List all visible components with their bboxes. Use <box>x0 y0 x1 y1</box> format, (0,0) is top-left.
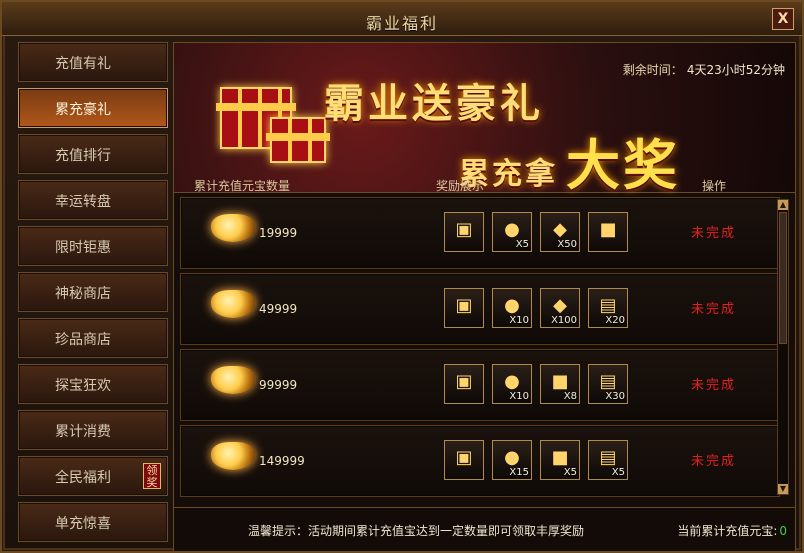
sidebar-item-rare-shop[interactable]: 珍品商店 <box>18 318 168 358</box>
item-qty: X8 <box>563 391 577 402</box>
item-qty: X5 <box>611 467 625 478</box>
reward-icons: ▣ ● X5 ◆ X50 ■ <box>444 212 628 256</box>
banner-headline-2-big: 大奖 <box>566 134 680 197</box>
gift-box-icon <box>266 117 330 163</box>
gold-ingot-icon <box>211 366 255 394</box>
gold-ingot-icon <box>211 214 255 242</box>
green-scroll-icon[interactable]: ▤ X20 <box>588 288 628 328</box>
time-remaining-value: 4天23小时52分钟 <box>686 63 785 77</box>
status-text: 未完成 <box>691 454 737 469</box>
orange-bag-icon[interactable]: ● X10 <box>492 364 532 404</box>
sidebar-item-single-surprise[interactable]: 单充惊喜 <box>18 502 168 542</box>
window-title: 霸业福利 <box>365 14 438 33</box>
crystal-icon[interactable]: ◆ X50 <box>540 212 580 252</box>
item-qty: X10 <box>509 315 529 326</box>
reward-amount: 19999 <box>259 226 298 240</box>
close-button[interactable]: X <box>772 8 794 30</box>
main-panel: 霸业送豪礼 累充拿 大奖 剩余时间： 4天23小时52分钟 累计充值元宝数量 奖励展… <box>173 42 796 552</box>
sidebar-item-cumulative-gift[interactable]: 累充豪礼 <box>18 88 168 128</box>
event-banner: 霸业送豪礼 累充拿 大奖 剩余时间： 4天23小时52分钟 累计充值元宝数量 奖励展… <box>174 43 795 197</box>
sidebar-item-limited-deal[interactable]: 限时钜惠 <box>18 226 168 266</box>
sidebar-item-label: 累计消费 <box>55 424 111 440</box>
time-remaining-label: 剩余时间： <box>622 63 683 77</box>
time-remaining: 剩余时间： 4天23小时52分钟 <box>623 61 785 78</box>
reward-icons: ▣ ● X10 ◆ X100 ▤ X20 <box>444 288 628 332</box>
reward-badge[interactable]: 领奖 <box>143 463 161 489</box>
column-header-rewards: 奖励展示 <box>436 179 485 193</box>
sidebar-item-recharge-rank[interactable]: 充值排行 <box>18 134 168 174</box>
green-scroll-icon[interactable]: ▤ X30 <box>588 364 628 404</box>
welfare-window: 霸业福利 X 充值有礼 累充豪礼 充值排行 幸运转盘 限时钜惠 神秘商店 珍品商… <box>0 0 804 553</box>
sidebar-item-treasure-carnival[interactable]: 探宝狂欢 <box>18 364 168 404</box>
reward-list: 19999 ▣ ● X5 ◆ X50 ■ 未完成 49999 ▣ ● X10 ◆ X10… <box>180 197 780 497</box>
gold-chest-icon[interactable]: ▣ <box>444 288 484 328</box>
gold-ingot-icon <box>211 442 255 470</box>
column-header-action: 操作 <box>702 179 727 193</box>
reward-icons: ▣ ● X10 ■ X8 ▤ X30 <box>444 364 628 408</box>
status-text: 未完成 <box>691 378 737 393</box>
column-header-amount: 累计充值元宝数量 <box>194 179 291 193</box>
gold-chest-icon[interactable]: ▣ <box>444 212 484 252</box>
total-recharge-label: 当前累计充值元宝: <box>677 524 778 538</box>
item-qty: X5 <box>563 467 577 478</box>
reward-row: 99999 ▣ ● X10 ■ X8 ▤ X30 未完成 <box>180 349 780 421</box>
item-qty: X15 <box>509 467 529 478</box>
scroll-down-button[interactable]: ▼ <box>778 484 788 494</box>
sidebar-item-mystery-shop[interactable]: 神秘商店 <box>18 272 168 312</box>
reward-amount: 99999 <box>259 378 298 392</box>
scroll-thumb[interactable] <box>779 212 787 344</box>
reward-amount: 149999 <box>259 454 305 468</box>
titlebar: 霸业福利 X <box>2 2 802 36</box>
total-recharge-value: 0 <box>779 524 787 538</box>
tip-text: 温馨提示：活动期间累计充值宝达到一定数量即可领取丰厚奖励 <box>248 524 585 538</box>
green-bag-icon[interactable]: ● X5 <box>492 212 532 252</box>
red-scroll-icon[interactable]: ▤ X5 <box>588 440 628 480</box>
item-qty: X10 <box>509 391 529 402</box>
sidebar-item-label: 充值有礼 <box>55 56 111 72</box>
sidebar-item-label: 全民福利 <box>55 470 111 486</box>
sidebar-item-label: 幸运转盘 <box>55 194 111 210</box>
scroll-up-button[interactable]: ▲ <box>778 200 788 210</box>
reward-icons: ▣ ● X15 ■ X5 ▤ X5 <box>444 440 628 484</box>
item-qty: X100 <box>551 315 577 326</box>
reward-amount: 49999 <box>259 302 298 316</box>
red-chest-icon[interactable]: ■ X8 <box>540 364 580 404</box>
treasure-chest-icon[interactable]: ■ <box>588 212 628 252</box>
sidebar-item-label: 神秘商店 <box>55 286 111 302</box>
sidebar-item-label: 累充豪礼 <box>55 102 111 118</box>
sidebar-item-label: 探宝狂欢 <box>55 378 111 394</box>
sidebar-item-all-welfare[interactable]: 全民福利 领奖 <box>18 456 168 496</box>
green-bag-icon[interactable]: ● X10 <box>492 288 532 328</box>
status-text: 未完成 <box>691 226 737 241</box>
sidebar-item-label: 珍品商店 <box>55 332 111 348</box>
total-recharge: 当前累计充值元宝: 0 <box>677 522 787 539</box>
footer: 温馨提示：活动期间累计充值宝达到一定数量即可领取丰厚奖励 当前累计充值元宝: 0 <box>174 507 795 551</box>
sidebar-item-recharge-gift[interactable]: 充值有礼 <box>18 42 168 82</box>
sidebar-item-lucky-wheel[interactable]: 幸运转盘 <box>18 180 168 220</box>
scrollbar[interactable]: ▲ ▼ <box>777 199 789 495</box>
sidebar-item-label: 限时钜惠 <box>55 240 111 256</box>
crystal-icon[interactable]: ◆ X100 <box>540 288 580 328</box>
sidebar: 充值有礼 累充豪礼 充值排行 幸运转盘 限时钜惠 神秘商店 珍品商店 探宝狂欢 … <box>18 42 168 552</box>
gold-chest-icon[interactable]: ▣ <box>444 440 484 480</box>
gold-chest-icon[interactable]: ▣ <box>444 364 484 404</box>
item-qty: X30 <box>605 391 625 402</box>
reward-row: 149999 ▣ ● X15 ■ X5 ▤ X5 未完成 <box>180 425 780 497</box>
sidebar-item-label: 单充惊喜 <box>55 516 111 532</box>
item-qty: X50 <box>557 239 577 250</box>
green-bag-icon[interactable]: ● X15 <box>492 440 532 480</box>
sidebar-item-label: 充值排行 <box>55 148 111 164</box>
open-chest-icon[interactable]: ■ X5 <box>540 440 580 480</box>
sidebar-item-cumulative-spend[interactable]: 累计消费 <box>18 410 168 450</box>
reward-row: 19999 ▣ ● X5 ◆ X50 ■ 未完成 <box>180 197 780 269</box>
gold-ingot-icon <box>211 290 255 318</box>
item-qty: X20 <box>605 315 625 326</box>
item-qty: X5 <box>515 239 529 250</box>
reward-row: 49999 ▣ ● X10 ◆ X100 ▤ X20 未完成 <box>180 273 780 345</box>
banner-headline-2: 累充拿 大奖 <box>459 121 680 200</box>
status-text: 未完成 <box>691 302 737 317</box>
